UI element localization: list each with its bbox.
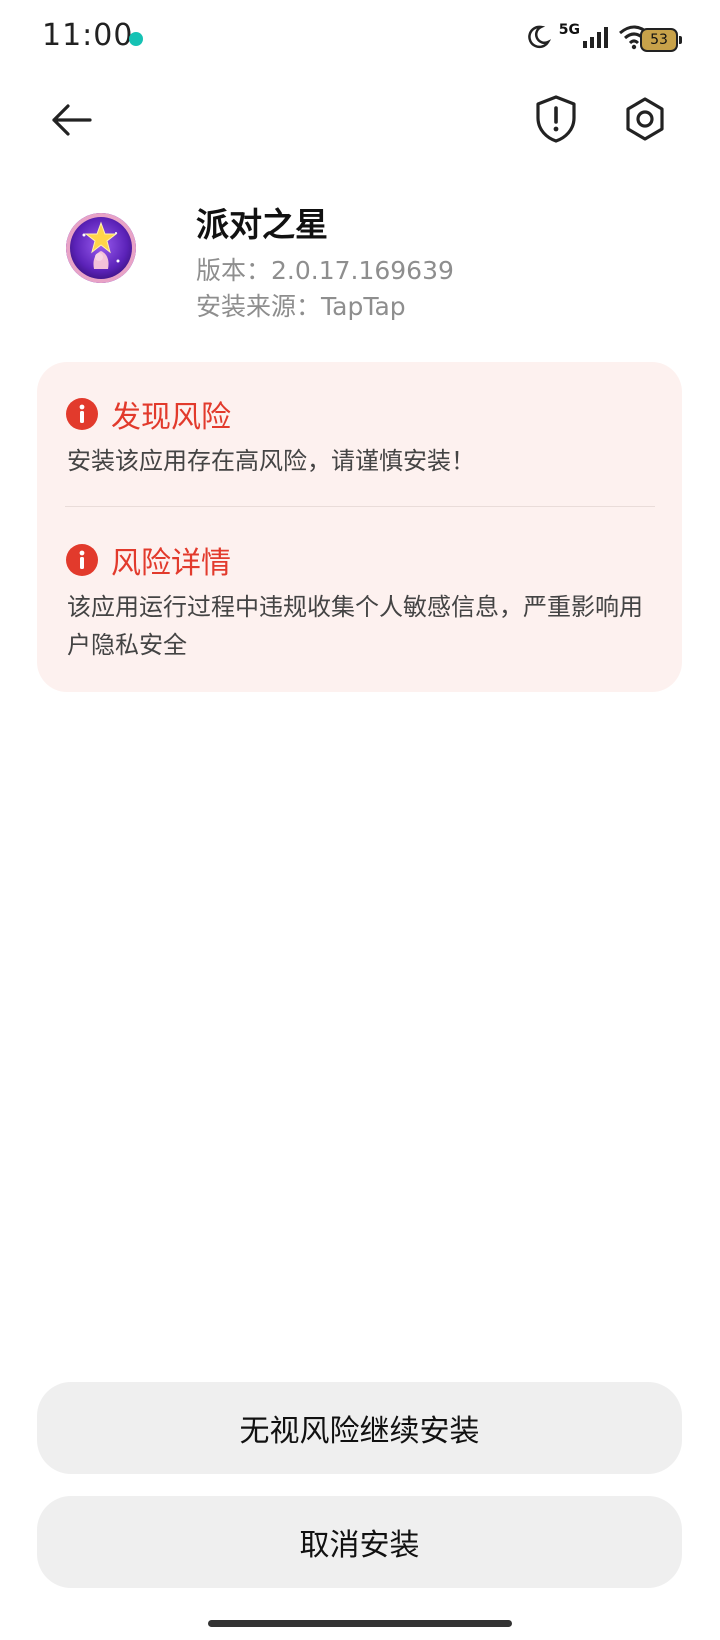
- app-logo-icon: [66, 213, 136, 283]
- risk-found-description: 安装该应用存在高风险，请谨慎安装！: [67, 447, 475, 475]
- warning-info-icon: [66, 398, 98, 430]
- taptap-notification-icon: [129, 32, 143, 46]
- risk-warning-card: 发现风险 安装该应用存在高风险，请谨慎安装！ 风险详情 该应用运行过程中违规收集…: [37, 362, 682, 692]
- divider: [65, 506, 655, 507]
- security-button[interactable]: [534, 94, 578, 144]
- battery-icon: 53: [640, 28, 682, 52]
- install-source: 安装来源：TapTap: [196, 292, 406, 321]
- battery-level: 53: [650, 32, 668, 48]
- back-arrow-icon: [52, 104, 92, 136]
- back-button[interactable]: [46, 96, 98, 144]
- status-icons: 5G: [525, 22, 650, 50]
- shield-alert-icon: [536, 95, 576, 143]
- top-navigation: [0, 80, 720, 160]
- risk-detail-header: 风险详情: [65, 538, 231, 582]
- risk-found-title: 发现风险: [111, 400, 231, 435]
- app-icon: [66, 213, 136, 283]
- warning-info-icon: [66, 544, 98, 576]
- signal-icon: [583, 27, 608, 48]
- settings-gear-icon: [626, 97, 664, 141]
- app-version: 版本：2.0.17.169639: [196, 256, 454, 285]
- settings-button[interactable]: [620, 94, 670, 144]
- risk-detail-title: 风险详情: [111, 546, 231, 581]
- home-indicator[interactable]: [208, 1620, 512, 1627]
- risk-found-header: 发现风险: [65, 392, 231, 436]
- moon-icon: [527, 25, 551, 49]
- risk-detail-description: 该应用运行过程中违规收集个人敏感信息，严重影响用户隐私安全: [67, 593, 643, 659]
- cancel-install-button[interactable]: 取消安装: [37, 1496, 682, 1588]
- status-time: 11:00: [42, 18, 134, 53]
- app-name: 派对之星: [196, 205, 328, 244]
- continue-install-button[interactable]: 无视风险继续安装: [37, 1382, 682, 1474]
- status-bar: 11:00 5G 53: [0, 0, 720, 80]
- network-type: 5G: [558, 22, 580, 38]
